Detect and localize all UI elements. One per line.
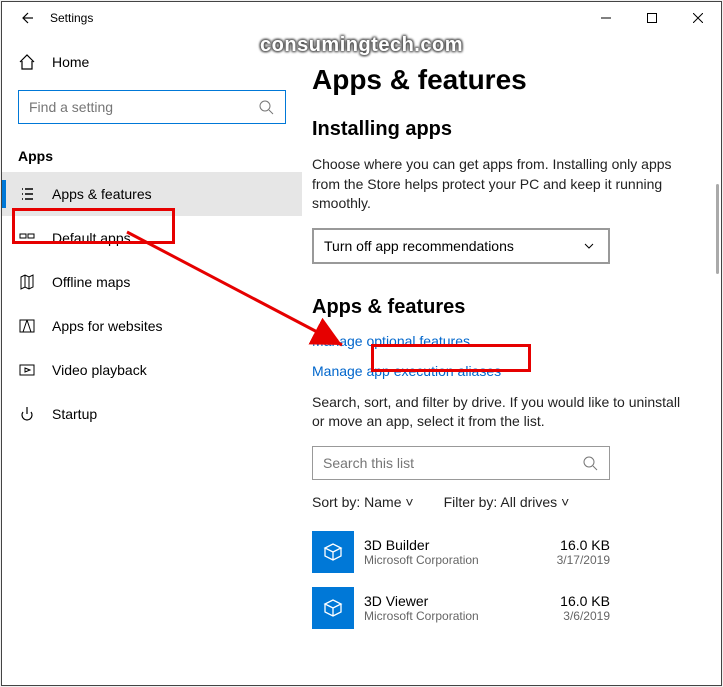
filter-control[interactable]: Filter by: All drives ˅ (444, 494, 570, 510)
sidebar-section-label: Apps (2, 132, 302, 172)
app-tile-icon (312, 587, 354, 629)
app-search[interactable]: Search this list (312, 446, 610, 480)
filter-value: All drives (500, 494, 557, 510)
manage-aliases-link[interactable]: Manage app execution aliases (312, 363, 693, 379)
nav-label: Video playback (52, 362, 147, 378)
sort-control[interactable]: Sort by: Name ˅ (312, 494, 414, 510)
nav-apps-features[interactable]: Apps & features (2, 172, 302, 216)
app-size: 16.0 KB (557, 537, 610, 553)
sidebar-search-placeholder: Find a setting (29, 99, 113, 115)
section-apps-heading: Apps & features (312, 296, 693, 319)
nav-default-apps[interactable]: Default apps (2, 216, 302, 260)
nav-offline-maps[interactable]: Offline maps (2, 260, 302, 304)
nav-label: Offline maps (52, 274, 130, 290)
search-desc: Search, sort, and filter by drive. If yo… (312, 393, 693, 432)
app-size: 16.0 KB (560, 593, 610, 609)
list-icon (18, 185, 36, 203)
app-search-placeholder: Search this list (323, 455, 414, 471)
nav-label: Apps & features (52, 186, 152, 202)
app-item[interactable]: 3D Viewer Microsoft Corporation 16.0 KB … (312, 580, 610, 636)
app-source-dropdown[interactable]: Turn off app recommendations (312, 228, 610, 264)
app-name: 3D Viewer (364, 593, 560, 609)
sidebar-home[interactable]: Home (2, 42, 302, 82)
nav-startup[interactable]: Startup (2, 392, 302, 436)
defaults-icon (18, 229, 36, 247)
chevron-down-icon (580, 237, 598, 255)
minimize-button[interactable] (583, 2, 629, 34)
home-icon (18, 53, 36, 71)
back-button[interactable] (10, 2, 42, 34)
installing-desc: Choose where you can get apps from. Inst… (312, 155, 693, 214)
window-title: Settings (50, 11, 93, 25)
chevron-down-icon: ˅ (405, 494, 413, 510)
nav-apps-websites[interactable]: Apps for websites (2, 304, 302, 348)
maximize-button[interactable] (629, 2, 675, 34)
app-date: 3/17/2019 (557, 553, 610, 567)
app-tile-icon (312, 531, 354, 573)
app-publisher: Microsoft Corporation (364, 609, 560, 623)
nav-label: Startup (52, 406, 97, 422)
app-publisher: Microsoft Corporation (364, 553, 557, 567)
search-icon (257, 98, 275, 116)
titlebar: Settings (2, 2, 721, 34)
close-button[interactable] (675, 2, 721, 34)
page-title: Apps & features (312, 64, 693, 96)
nav-label: Apps for websites (52, 318, 163, 334)
app-date: 3/6/2019 (560, 609, 610, 623)
sidebar-home-label: Home (52, 54, 89, 70)
nav-label: Default apps (52, 230, 131, 246)
sort-value: Name (364, 494, 401, 510)
chevron-down-icon: ˅ (561, 494, 569, 510)
watermark: consumingtech.com (260, 34, 463, 57)
website-icon (18, 317, 36, 335)
scrollbar[interactable] (716, 184, 719, 274)
app-name: 3D Builder (364, 537, 557, 553)
video-icon (18, 361, 36, 379)
sort-label: Sort by: (312, 494, 360, 510)
startup-icon (18, 405, 36, 423)
main-panel: Apps & features Installing apps Choose w… (302, 34, 721, 685)
dropdown-value: Turn off app recommendations (324, 238, 514, 254)
filter-label: Filter by: (444, 494, 498, 510)
settings-window: Settings Home Find a setting Apps Apps &… (1, 1, 722, 686)
map-icon (18, 273, 36, 291)
manage-optional-features-link[interactable]: Manage optional features (312, 333, 693, 349)
search-icon (581, 454, 599, 472)
sidebar: Home Find a setting Apps Apps & features… (2, 34, 302, 685)
installing-heading: Installing apps (312, 118, 693, 141)
sidebar-search[interactable]: Find a setting (18, 90, 286, 124)
app-item[interactable]: 3D Builder Microsoft Corporation 16.0 KB… (312, 524, 610, 580)
nav-video-playback[interactable]: Video playback (2, 348, 302, 392)
